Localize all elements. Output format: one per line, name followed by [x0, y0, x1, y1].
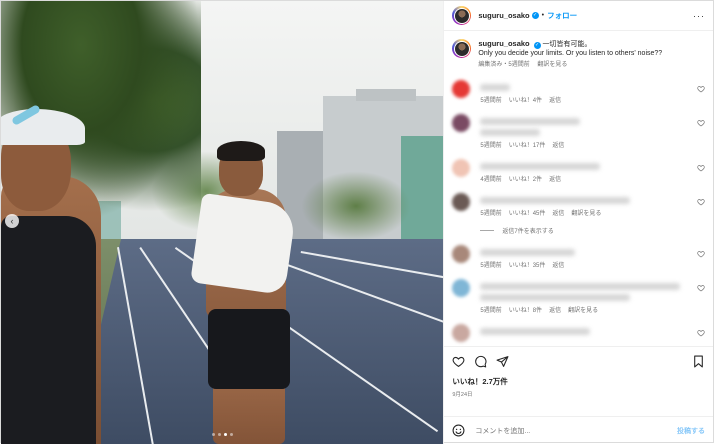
separator-dot: • — [541, 12, 545, 19]
commenter-avatar[interactable] — [452, 193, 471, 211]
comment-item: 5週間前 いいね！8件 返信 翻訳を見る — [452, 279, 705, 314]
comment-time: 5週間前 — [480, 263, 502, 269]
heart-icon[interactable] — [452, 355, 465, 368]
add-comment-input[interactable]: コメントを追加... — [475, 426, 530, 436]
photo-trees — [301, 171, 411, 241]
blurred-comment-text — [480, 328, 591, 335]
comment-likes[interactable]: いいね！17件 — [509, 143, 546, 149]
replies-line — [480, 230, 495, 231]
carousel-dot — [212, 433, 215, 436]
runner-shorts — [208, 309, 290, 389]
carousel-dot — [230, 433, 233, 436]
blurred-comment-text — [480, 294, 631, 301]
blurred-comment-text — [480, 163, 601, 170]
comment-like-heart-icon[interactable] — [697, 284, 705, 292]
commenter-avatar[interactable] — [452, 324, 471, 342]
instagram-post-dialog: ‹ suguru_osako ✓ • フォロー ··· suguru_osako… — [0, 0, 714, 444]
post-header: suguru_osako ✓ • フォロー ··· — [444, 1, 713, 31]
comment-item: 5週間前 いいね！45件 返信 翻訳を見る — [452, 193, 705, 217]
post-photo[interactable]: ‹ — [1, 1, 444, 444]
comment-like-heart-icon[interactable] — [697, 329, 705, 337]
caption-avatar[interactable] — [452, 39, 472, 58]
carousel-dot-active — [224, 433, 227, 436]
comment-item: 5週間前 いいね！35件 返信 — [452, 245, 705, 269]
comment-reply-button[interactable]: 返信 — [549, 98, 561, 104]
blurred-comment-text — [480, 197, 631, 204]
comment-item: 5週間前 いいね！17件 返信 — [452, 114, 705, 149]
view-replies-button[interactable]: 返信7件を表示する — [480, 226, 705, 235]
caption-text-line1: 一切皆有可能。 — [542, 41, 592, 48]
comment-likes[interactable]: いいね！35件 — [509, 263, 546, 269]
foreground-tank-top — [1, 216, 96, 444]
caption-text-line2: Only you decide your limits. Or you list… — [478, 50, 663, 57]
comment-list: 5週間前 いいね！4件 返信 5週間前 いいね！17件 返信 4週間前 いいね！2件 返信 5週間… — [452, 80, 705, 345]
emoji-icon[interactable] — [452, 424, 465, 437]
comment-likes[interactable]: いいね！2件 — [509, 177, 542, 183]
comment-reply-button[interactable]: 返信 — [549, 177, 561, 183]
blurred-comment-text — [480, 249, 576, 256]
carousel-dots — [212, 433, 233, 436]
comment-likes[interactable]: いいね！45件 — [509, 211, 546, 217]
post-date: 9月24日 — [452, 392, 473, 398]
post-side-panel: suguru_osako ✓ • フォロー ··· suguru_osako ✓… — [443, 1, 713, 444]
comment-reply-button[interactable]: 返信 — [552, 263, 564, 269]
bookmark-icon[interactable] — [692, 355, 705, 368]
comment-item: 4週間前 いいね！2件 返信 — [452, 159, 705, 183]
caption-translate-link[interactable]: 翻訳を見る — [537, 62, 567, 68]
comment-time: 5週間前 — [480, 211, 502, 217]
photo-building — [356, 89, 416, 101]
comment-translate-link[interactable]: 翻訳を見る — [568, 308, 598, 314]
comment-likes[interactable]: いいね！8件 — [509, 308, 542, 314]
author-username[interactable]: suguru_osako — [478, 11, 529, 20]
view-replies-label: 返信7件を表示する — [502, 229, 554, 235]
comment-item: 5週間前 いいね！4件 返信 — [452, 80, 705, 104]
add-comment-bar: コメントを追加... 投稿する — [444, 416, 713, 444]
runner-hair — [217, 141, 265, 161]
more-options-icon[interactable]: ··· — [693, 11, 705, 21]
comment-time: 4週間前 — [480, 177, 502, 183]
comment-time: 5週間前 — [480, 308, 502, 314]
runner-shirt — [190, 192, 297, 296]
caption-username[interactable]: suguru_osako — [478, 39, 529, 48]
blurred-comment-text — [480, 129, 541, 136]
author-avatar[interactable] — [452, 6, 472, 25]
comment-like-heart-icon[interactable] — [697, 250, 705, 258]
commenter-avatar[interactable] — [452, 80, 471, 98]
comment-reply-button[interactable]: 返信 — [552, 143, 564, 149]
likes-count[interactable]: いいね！2.7万件 — [452, 376, 705, 387]
comment-reply-button[interactable]: 返信 — [552, 211, 564, 217]
blurred-comment-text — [480, 283, 681, 290]
comment-translate-link[interactable]: 翻訳を見る — [571, 211, 601, 217]
blurred-comment-text — [480, 84, 511, 91]
commenter-avatar[interactable] — [452, 114, 471, 132]
comment-time: 5週間前 — [480, 98, 502, 104]
commenter-avatar[interactable] — [452, 159, 471, 177]
comment-like-heart-icon[interactable] — [697, 119, 705, 127]
verified-badge-icon: ✓ — [533, 42, 541, 49]
carousel-dot — [218, 433, 221, 436]
commenter-avatar[interactable] — [452, 279, 471, 297]
carousel-prev-button[interactable]: ‹ — [5, 214, 19, 228]
blurred-comment-text — [480, 118, 581, 125]
follow-button[interactable]: フォロー — [547, 10, 577, 21]
post-caption: suguru_osako ✓ 一切皆有可能。 Only you decide y… — [452, 39, 705, 70]
post-comment-button[interactable]: 投稿する — [677, 426, 705, 436]
comment-likes[interactable]: いいね！4件 — [509, 98, 542, 104]
verified-badge-icon: ✓ — [531, 12, 539, 19]
comments-scroll-area[interactable]: suguru_osako ✓ 一切皆有可能。 Only you decide y… — [444, 31, 713, 346]
post-actions: いいね！2.7万件 9月24日 — [444, 346, 713, 416]
comment-time: 5週間前 — [480, 143, 502, 149]
caption-edited-time: 編集済み・5週間前 — [478, 62, 530, 68]
comment-like-heart-icon[interactable] — [697, 164, 705, 172]
comment-like-heart-icon[interactable] — [697, 85, 705, 93]
commenter-avatar[interactable] — [452, 245, 471, 263]
comment-item — [452, 324, 705, 345]
comment-reply-button[interactable]: 返信 — [549, 308, 561, 314]
comment-icon[interactable] — [474, 355, 487, 368]
comment-like-heart-icon[interactable] — [697, 198, 705, 206]
share-icon[interactable] — [496, 355, 509, 368]
